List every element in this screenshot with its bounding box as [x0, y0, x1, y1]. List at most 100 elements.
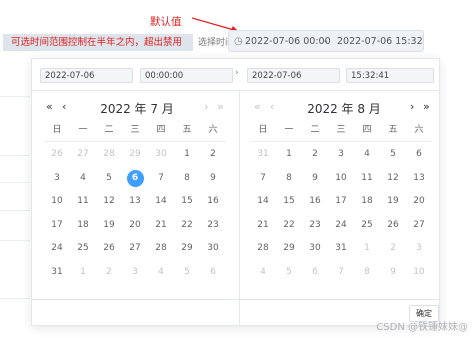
next-year-button[interactable]: » [423, 100, 430, 113]
day-cell[interactable]: 9 [200, 167, 226, 191]
day-cell[interactable]: 1 [174, 143, 200, 167]
day-cell-selected[interactable]: 6 [122, 167, 148, 191]
day-cell[interactable]: 11 [354, 167, 380, 191]
day-cell[interactable]: 18 [70, 214, 96, 238]
day-cell[interactable]: 24 [328, 214, 354, 238]
day-cell[interactable]: 3 [328, 143, 354, 167]
day-cell[interactable]: 4 [354, 143, 380, 167]
day-cell-other-month[interactable]: 5 [276, 261, 302, 285]
background-divider [0, 182, 30, 183]
day-cell[interactable]: 20 [406, 190, 432, 214]
day-cell-other-month[interactable]: 7 [328, 261, 354, 285]
day-cell-other-month[interactable]: 6 [200, 261, 226, 285]
day-cell[interactable]: 2 [200, 143, 226, 167]
day-cell[interactable]: 29 [174, 237, 200, 261]
day-cell[interactable]: 27 [406, 214, 432, 238]
day-cell[interactable]: 13 [122, 190, 148, 214]
day-cell[interactable]: 28 [148, 237, 174, 261]
day-cell-other-month[interactable]: 4 [148, 261, 174, 285]
day-cell-other-month[interactable]: 3 [122, 261, 148, 285]
day-cell[interactable]: 19 [96, 214, 122, 238]
day-cell[interactable]: 23 [200, 214, 226, 238]
day-cell[interactable]: 15 [174, 190, 200, 214]
day-cell[interactable]: 7 [148, 167, 174, 191]
day-cell[interactable]: 25 [70, 237, 96, 261]
day-cell-other-month[interactable]: 30 [148, 143, 174, 167]
range-note-annotation: 可选时间范围控制在半年之内，超出禁用 [3, 34, 193, 51]
datetime-range-input[interactable]: ◷ 2022-07-06 00:00 - 2022-07-06 15:32 [228, 30, 424, 52]
day-cell[interactable]: 21 [250, 214, 276, 238]
day-cell-other-month[interactable]: 9 [380, 261, 406, 285]
default-value-annotation: 默认值 [150, 16, 182, 28]
day-cell[interactable]: 16 [200, 190, 226, 214]
day-cell[interactable]: 16 [302, 190, 328, 214]
day-cell[interactable]: 5 [96, 167, 122, 191]
day-cell[interactable]: 23 [302, 214, 328, 238]
day-cell-other-month[interactable]: 29 [122, 143, 148, 167]
day-cell-other-month[interactable]: 8 [354, 261, 380, 285]
day-cell[interactable]: 17 [44, 214, 70, 238]
day-cell[interactable]: 10 [328, 167, 354, 191]
day-cell-other-month[interactable]: 27 [70, 143, 96, 167]
prev-month-button[interactable]: ‹ [62, 100, 66, 113]
day-cell[interactable]: 17 [328, 190, 354, 214]
day-cell-other-month[interactable]: 28 [96, 143, 122, 167]
day-cell[interactable]: 26 [380, 214, 406, 238]
day-cell[interactable]: 13 [406, 167, 432, 191]
day-cell-other-month[interactable]: 10 [406, 261, 432, 285]
day-cell[interactable]: 14 [148, 190, 174, 214]
day-cell[interactable]: 22 [174, 214, 200, 238]
day-cell[interactable]: 9 [302, 167, 328, 191]
start-date-input[interactable]: 2022-07-06 [40, 68, 133, 83]
day-cell-other-month[interactable]: 26 [44, 143, 70, 167]
day-cell-other-month[interactable]: 3 [406, 237, 432, 261]
day-cell[interactable]: 24 [44, 237, 70, 261]
day-cell[interactable]: 10 [44, 190, 70, 214]
day-cell[interactable]: 31 [44, 261, 70, 285]
day-cell[interactable]: 28 [250, 237, 276, 261]
day-cell[interactable]: 15 [276, 190, 302, 214]
day-cell[interactable]: 2 [302, 143, 328, 167]
day-cell[interactable]: 4 [70, 167, 96, 191]
day-cell[interactable]: 12 [96, 190, 122, 214]
day-cell-other-month[interactable]: 1 [70, 261, 96, 285]
day-cell[interactable]: 29 [276, 237, 302, 261]
day-cell-other-month[interactable]: 2 [96, 261, 122, 285]
next-month-button[interactable]: › [410, 100, 414, 113]
day-cell[interactable]: 3 [44, 167, 70, 191]
end-date-input[interactable]: 2022-07-06 [247, 68, 340, 83]
day-cell[interactable]: 20 [122, 214, 148, 238]
day-cell[interactable]: 18 [354, 190, 380, 214]
end-time-input[interactable]: 15:32:41 [346, 68, 434, 83]
background-divider [0, 210, 30, 211]
day-cell[interactable]: 8 [276, 167, 302, 191]
day-cell[interactable]: 6 [406, 143, 432, 167]
prev-year-button[interactable]: « [46, 100, 53, 113]
day-cell[interactable]: 27 [122, 237, 148, 261]
day-cell[interactable]: 31 [328, 237, 354, 261]
range-start-value[interactable]: 2022-07-06 00:00 [245, 31, 331, 53]
day-cell[interactable]: 12 [380, 167, 406, 191]
day-cell[interactable]: 21 [148, 214, 174, 238]
day-cell[interactable]: 11 [70, 190, 96, 214]
day-cell[interactable]: 30 [200, 237, 226, 261]
start-time-input[interactable]: 00:00:00 [140, 68, 233, 83]
day-cell[interactable]: 1 [276, 143, 302, 167]
range-end-value[interactable]: 2022-07-06 15:32 [337, 31, 423, 53]
day-cell-other-month[interactable]: 4 [250, 261, 276, 285]
day-cell[interactable]: 26 [96, 237, 122, 261]
footer-divider [32, 299, 439, 300]
day-cell-other-month[interactable]: 2 [380, 237, 406, 261]
day-cell-other-month[interactable]: 6 [302, 261, 328, 285]
day-cell[interactable]: 19 [380, 190, 406, 214]
day-cell[interactable]: 14 [250, 190, 276, 214]
day-cell-other-month[interactable]: 5 [174, 261, 200, 285]
day-cell-other-month[interactable]: 1 [354, 237, 380, 261]
day-cell[interactable]: 5 [380, 143, 406, 167]
day-cell[interactable]: 30 [302, 237, 328, 261]
day-cell[interactable]: 25 [354, 214, 380, 238]
day-cell-other-month[interactable]: 31 [250, 143, 276, 167]
day-cell[interactable]: 8 [174, 167, 200, 191]
day-cell[interactable]: 22 [276, 214, 302, 238]
day-cell[interactable]: 7 [250, 167, 276, 191]
